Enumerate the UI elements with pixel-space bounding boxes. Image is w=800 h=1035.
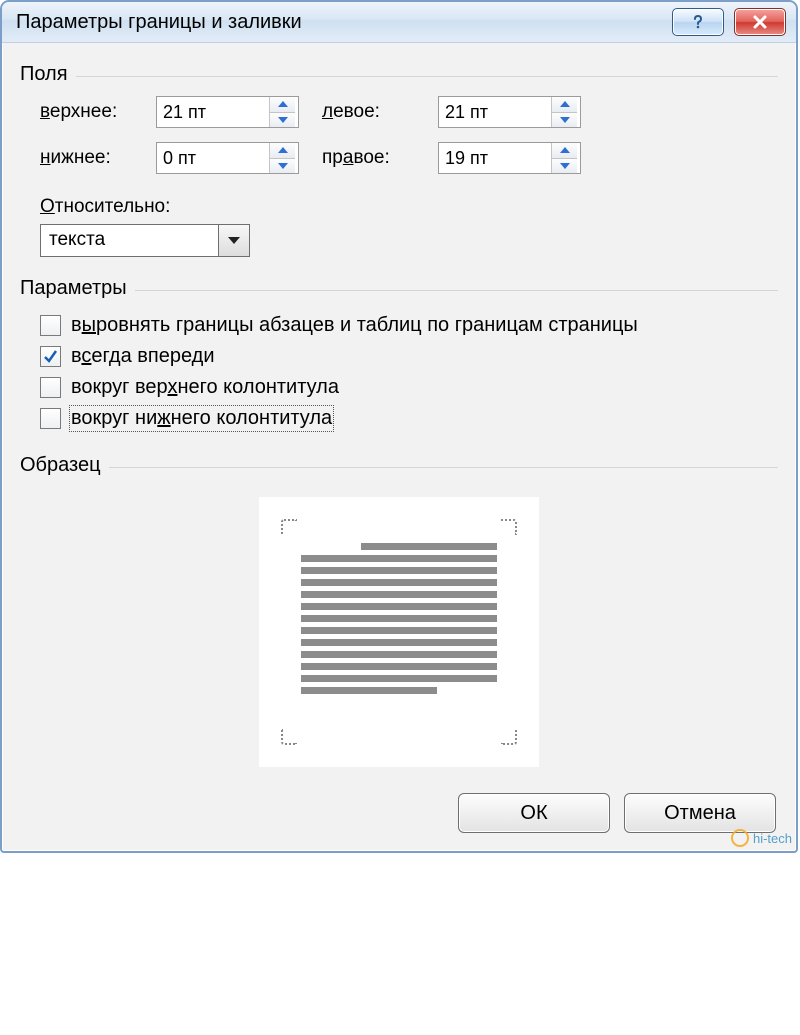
- checkbox-around-footer-label: вокруг нижнего колонтитула: [71, 407, 332, 430]
- help-icon: [689, 13, 707, 31]
- ok-button[interactable]: ОК: [458, 793, 610, 833]
- label-relative-to: Относительно:: [40, 196, 778, 218]
- input-left-margin[interactable]: [439, 97, 551, 127]
- label-top-margin: верхнее:: [40, 101, 150, 123]
- spinner-top-margin[interactable]: [156, 96, 299, 128]
- checkbox-checked-icon: [40, 346, 61, 367]
- checkbox-align-borders[interactable]: выровнять границы абзацев и таблиц по гр…: [40, 310, 778, 341]
- checkbox-always-in-front[interactable]: всегда впереди: [40, 341, 778, 372]
- spin-down-icon[interactable]: [270, 159, 295, 174]
- spin-down-icon[interactable]: [552, 113, 577, 128]
- spinner-left-margin[interactable]: [438, 96, 581, 128]
- dialog-border-shading-options: Параметры границы и заливки Поля: [0, 0, 798, 853]
- crop-mark-icon: [501, 519, 517, 535]
- label-left-margin: левое:: [322, 101, 432, 123]
- checkbox-icon: [40, 315, 61, 336]
- input-bottom-margin[interactable]: [157, 143, 269, 173]
- checkbox-around-footer[interactable]: вокруг нижнего колонтитула: [40, 403, 778, 434]
- dialog-buttons: ОК Отмена: [20, 793, 778, 833]
- fieldset-margins: Поля верхнее: левое:: [20, 63, 778, 257]
- fieldset-preview: Образец: [20, 454, 778, 767]
- spin-down-icon[interactable]: [552, 159, 577, 174]
- titlebar-buttons: [672, 8, 786, 36]
- checkbox-around-header-label: вокруг верхнего колонтитула: [71, 376, 339, 399]
- spinner-right-margin[interactable]: [438, 142, 581, 174]
- chevron-down-icon[interactable]: [218, 225, 249, 256]
- close-icon: [751, 13, 769, 31]
- spinner-bottom-margin[interactable]: [156, 142, 299, 174]
- combo-relative-to-value: текста: [41, 225, 218, 256]
- combo-relative-to[interactable]: текста: [40, 224, 250, 257]
- checkbox-always-in-front-label: всегда впереди: [71, 345, 215, 368]
- preview-legend: Образец: [20, 454, 101, 477]
- spin-up-icon[interactable]: [270, 143, 295, 159]
- fieldset-options: Параметры выровнять границы абзацев и та…: [20, 277, 778, 434]
- checkbox-icon: [40, 377, 61, 398]
- crop-mark-icon: [281, 729, 297, 745]
- label-bottom-margin: нижнее:: [40, 147, 150, 169]
- crop-mark-icon: [281, 519, 297, 535]
- dialog-body: Поля верхнее: левое:: [2, 43, 796, 851]
- close-button[interactable]: [734, 8, 786, 36]
- spin-up-icon[interactable]: [552, 143, 577, 159]
- margins-legend: Поля: [20, 63, 68, 86]
- crop-mark-icon: [501, 729, 517, 745]
- spin-up-icon[interactable]: [552, 97, 577, 113]
- window-title: Параметры границы и заливки: [16, 11, 302, 34]
- options-legend: Параметры: [20, 277, 127, 300]
- checkbox-align-borders-label: выровнять границы абзацев и таблиц по гр…: [71, 314, 638, 337]
- spin-up-icon[interactable]: [270, 97, 295, 113]
- input-right-margin[interactable]: [439, 143, 551, 173]
- cancel-button[interactable]: Отмена: [624, 793, 776, 833]
- help-button[interactable]: [672, 8, 724, 36]
- preview-text-icon: [301, 543, 497, 721]
- preview-area: [259, 497, 539, 767]
- checkbox-icon: [40, 408, 61, 429]
- spin-down-icon[interactable]: [270, 113, 295, 128]
- input-top-margin[interactable]: [157, 97, 269, 127]
- label-right-margin: правое:: [322, 147, 432, 169]
- watermark-icon: [731, 829, 749, 847]
- titlebar: Параметры границы и заливки: [2, 2, 796, 43]
- watermark: hi-tech: [731, 829, 792, 847]
- checkbox-around-header[interactable]: вокруг верхнего колонтитула: [40, 372, 778, 403]
